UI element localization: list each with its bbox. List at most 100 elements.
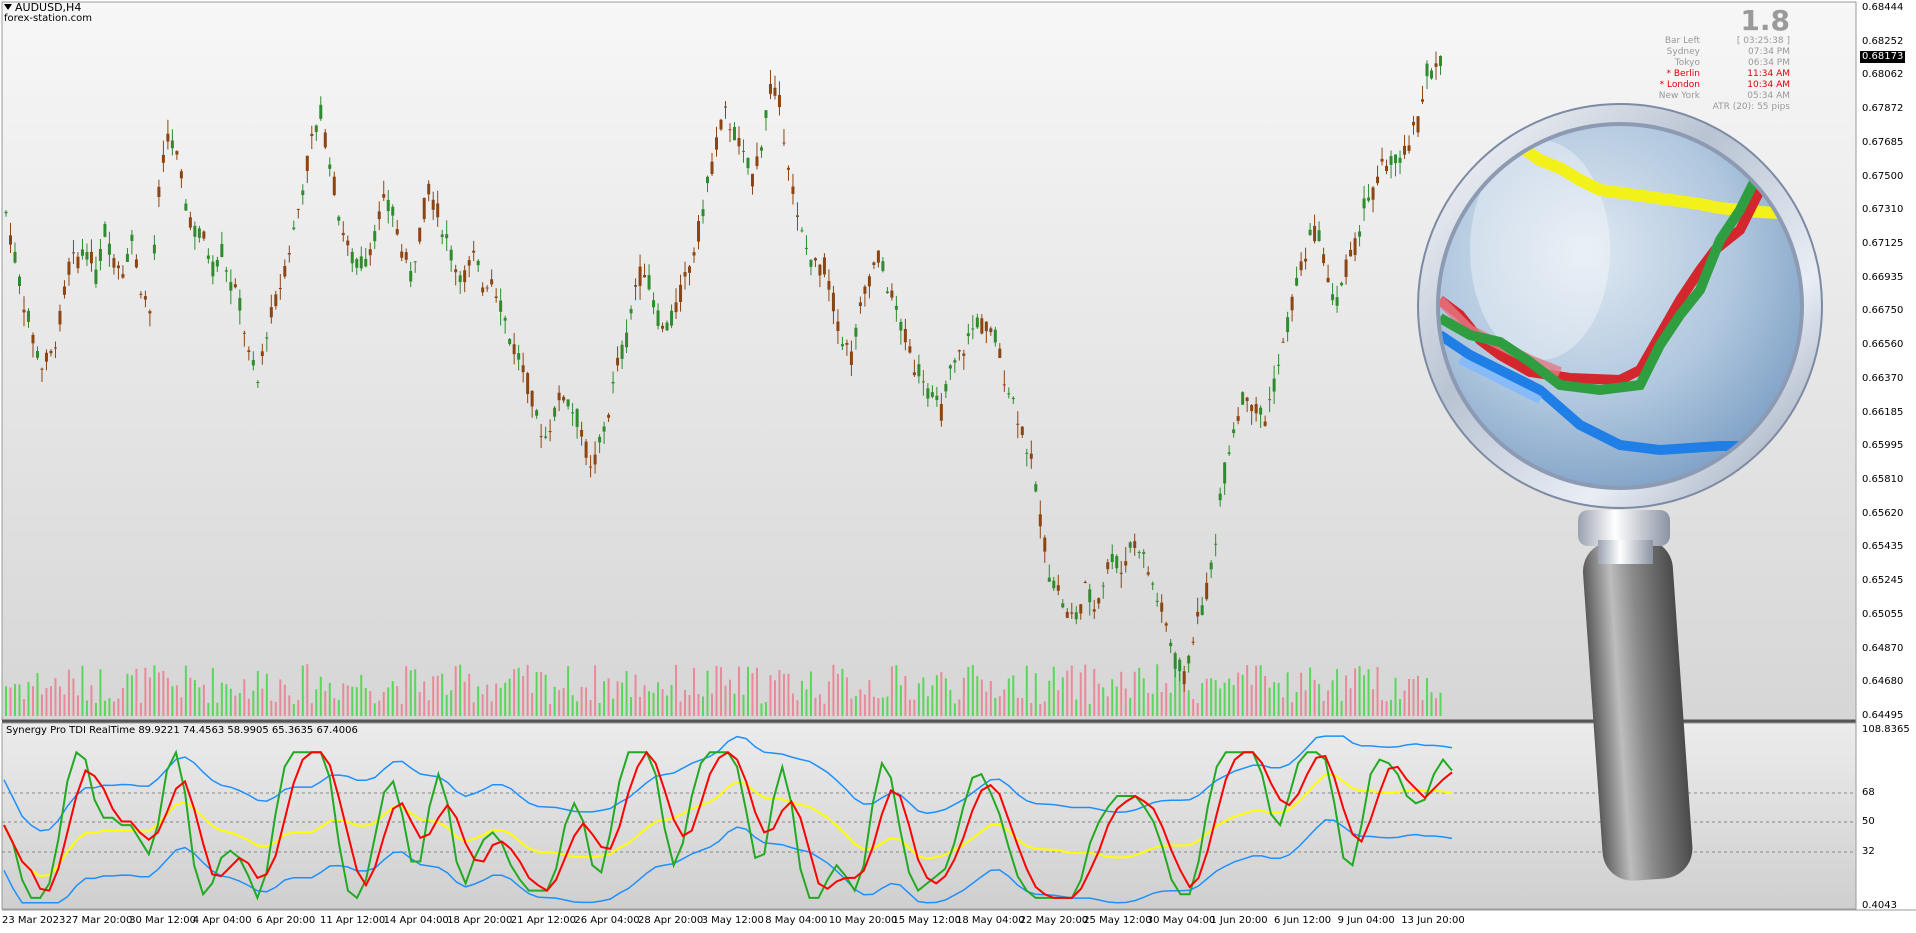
session-row: Sydney 07:34 PM	[1640, 47, 1790, 58]
dropdown-icon[interactable]	[4, 4, 12, 10]
candle-body	[148, 311, 152, 314]
candle-body	[1250, 405, 1254, 412]
candle-body	[768, 83, 772, 94]
candle-body	[1043, 537, 1047, 552]
candle-body	[40, 368, 44, 370]
candle-body	[724, 106, 728, 108]
candle-body	[1016, 423, 1020, 425]
candle-body	[746, 157, 750, 169]
candle-body	[1164, 623, 1168, 626]
time-axis[interactable]: 23 Mar 2023 27 Mar 20:00 30 Mar 12:00 4 Apr…	[0, 911, 1856, 933]
time-tick: 13 Jun 20:00	[1401, 915, 1465, 926]
candle-body	[116, 265, 120, 269]
candle-body	[125, 253, 129, 262]
candle-body	[679, 284, 683, 303]
candle-body	[782, 142, 786, 144]
candle-body	[139, 293, 143, 295]
candle-body	[849, 351, 853, 365]
candle-body	[422, 197, 426, 220]
chart-window[interactable]: AUDUSD,H4 forex-station.com 1.8 Bar Left…	[0, 0, 1916, 933]
candle-body	[589, 466, 593, 468]
candle-body	[777, 94, 781, 108]
candle-body	[1200, 605, 1204, 616]
candle-body	[53, 347, 57, 349]
candle-body	[287, 253, 291, 255]
candle-body	[391, 206, 395, 216]
candle-body	[296, 208, 300, 210]
price-tick: 0.67125	[1862, 238, 1904, 249]
candle-body	[1290, 296, 1294, 311]
session-time: 11:34 AM	[1747, 69, 1790, 79]
candle-body	[697, 221, 701, 242]
candle-body	[1295, 277, 1299, 286]
indicator-tick: 50	[1862, 816, 1875, 827]
candle-body	[1133, 541, 1137, 548]
candle-body	[1173, 653, 1177, 669]
candle-body	[202, 231, 206, 239]
time-tick: 9 Jun 04:00	[1337, 915, 1395, 926]
candle-body	[1155, 600, 1159, 602]
candle-body	[319, 104, 323, 119]
chart-canvas[interactable]	[0, 0, 1916, 933]
candle-body	[571, 412, 575, 414]
candle-body	[1416, 116, 1420, 133]
candle-body	[652, 300, 656, 308]
candle-body	[831, 292, 835, 312]
candle-body	[867, 276, 871, 287]
session-row: * London 10:34 AM	[1640, 80, 1790, 91]
candle-body	[1322, 254, 1326, 264]
candle-body	[8, 235, 12, 245]
price-tick: 0.66185	[1862, 406, 1904, 418]
candle-body	[557, 392, 561, 401]
candle-body	[643, 274, 647, 278]
candle-body	[984, 321, 988, 332]
info-panel: 1.8 Bar Left[ 03:25:38 ] Sydney 07:34 PM To…	[1640, 6, 1790, 113]
candle-body	[827, 280, 831, 290]
time-tick: 8 May 04:00	[765, 915, 828, 926]
session-name: * London	[1659, 80, 1700, 90]
candle-body	[813, 258, 817, 261]
candle-body	[278, 288, 282, 290]
price-tick: 0.66560	[1862, 339, 1904, 351]
atr-readout: ATR (20): 55 pips	[1712, 102, 1790, 112]
candle-body	[1083, 581, 1087, 584]
candle-body	[1236, 416, 1240, 421]
candle-body	[35, 351, 39, 358]
candle-body	[112, 258, 116, 268]
candle-body	[1088, 589, 1092, 603]
candle-body	[1335, 297, 1339, 306]
candle-body	[1020, 426, 1024, 436]
candle-body	[1196, 611, 1200, 617]
candle-body	[728, 129, 732, 131]
candle-body	[800, 230, 804, 232]
candle-body	[265, 337, 269, 339]
time-tick: 30 Mar 12:00	[129, 915, 196, 926]
time-tick: 1 Jun 20:00	[1210, 915, 1268, 926]
candle-body	[251, 360, 255, 366]
candle-body	[876, 250, 880, 263]
candle-body	[13, 251, 17, 263]
candle-body	[301, 190, 305, 196]
candle-body	[359, 256, 363, 269]
session-time: 06:34 PM	[1748, 58, 1790, 68]
candle-body	[1223, 462, 1227, 484]
candle-body	[490, 279, 494, 285]
candle-body	[229, 282, 233, 291]
price-axis[interactable]: 0.68444 0.68252 0.68062 0.67872 0.67685 0.675…	[1856, 0, 1916, 900]
candle-body	[193, 225, 197, 237]
candle-body	[1430, 70, 1434, 79]
candle-body	[1403, 145, 1407, 155]
candle-body	[1214, 543, 1218, 545]
candle-body	[49, 350, 53, 354]
candle-body	[143, 296, 147, 300]
candle-body	[364, 258, 368, 267]
candle-body	[134, 259, 138, 268]
candle-body	[256, 381, 260, 383]
candle-body	[476, 260, 480, 266]
candle-body	[89, 251, 93, 264]
time-tick: 28 Apr 20:00	[638, 915, 704, 926]
candle-body	[719, 119, 723, 130]
candle-body	[377, 211, 381, 220]
candle-body	[404, 252, 408, 260]
price-tick: 0.66935	[1862, 271, 1904, 283]
